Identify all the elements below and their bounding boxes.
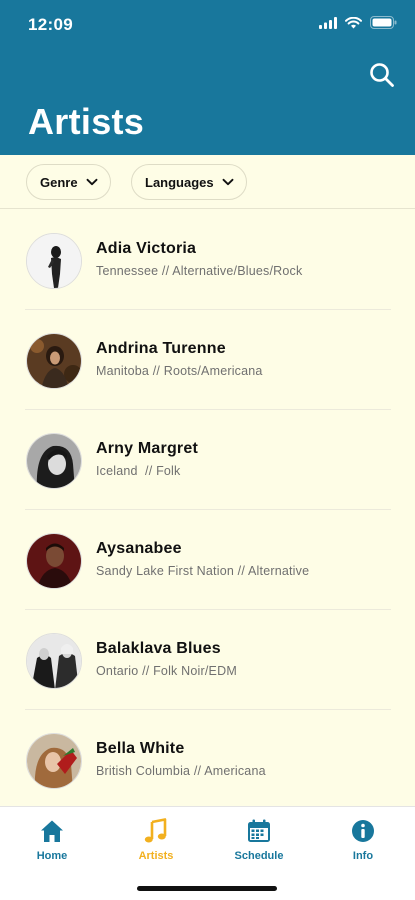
artist-location-genre: Ontario // Folk Noir/EDM (96, 664, 237, 678)
status-icons (319, 16, 397, 29)
wifi-icon (345, 16, 362, 28)
artist-name: Aysanabee (96, 540, 182, 557)
artist-row[interactable]: Balaklava Blues Ontario // Folk Noir/EDM (0, 610, 415, 710)
calendar-icon (248, 819, 270, 842)
info-icon (352, 820, 374, 842)
chevron-down-icon (222, 178, 234, 186)
header: 12:09 Artists (0, 0, 415, 155)
languages-filter-dropdown[interactable]: Languages (131, 164, 247, 200)
artist-avatar (26, 233, 82, 289)
artist-row[interactable]: Adia Victoria Tennessee // Alternative/B… (0, 210, 415, 310)
artist-avatar (26, 333, 82, 389)
artist-location-genre: Iceland // Folk (96, 464, 181, 478)
battery-icon (370, 16, 397, 29)
genre-filter-dropdown[interactable]: Genre (26, 164, 111, 200)
tab-info[interactable]: Info (323, 817, 403, 862)
artist-row[interactable]: Bella White British Columbia // American… (0, 710, 415, 806)
artist-location-genre: Manitoba // Roots/Americana (96, 364, 263, 378)
artist-avatar (26, 533, 82, 589)
artist-name: Arny Margret (96, 440, 198, 457)
tab-schedule[interactable]: Schedule (219, 817, 299, 862)
tab-artists-label: Artists (138, 850, 174, 862)
tab-home-label: Home (36, 850, 68, 862)
home-icon (41, 820, 63, 842)
artist-location-genre: Tennessee // Alternative/Blues/Rock (96, 264, 303, 278)
genre-filter-label: Genre (40, 174, 78, 190)
artist-row[interactable]: Arny Margret Iceland // Folk (0, 410, 415, 510)
artist-name: Andrina Turenne (96, 340, 226, 357)
artist-avatar (26, 733, 82, 789)
status-time: 12:09 (28, 15, 73, 34)
search-button[interactable] (369, 62, 395, 88)
tab-home[interactable]: Home (12, 817, 92, 862)
artist-location-genre: British Columbia // Americana (96, 764, 266, 778)
music-note-icon (144, 818, 167, 843)
artist-row[interactable]: Aysanabee Sandy Lake First Nation // Alt… (0, 510, 415, 610)
chevron-down-icon (86, 178, 98, 186)
search-icon (370, 63, 394, 87)
artist-name: Bella White (96, 740, 185, 757)
artist-avatar (26, 633, 82, 689)
page-title: Artists (28, 101, 145, 142)
artist-list[interactable]: Adia Victoria Tennessee // Alternative/B… (0, 210, 415, 806)
artist-avatar (26, 433, 82, 489)
signal-icon (319, 16, 337, 29)
artist-name: Adia Victoria (96, 240, 197, 257)
languages-filter-label: Languages (145, 174, 214, 190)
artist-location-genre: Sandy Lake First Nation // Alternative (96, 564, 310, 578)
artist-name: Balaklava Blues (96, 640, 221, 657)
tab-info-label: Info (352, 850, 374, 862)
artist-row[interactable]: Andrina Turenne Manitoba // Roots/Americ… (0, 310, 415, 410)
home-indicator[interactable] (137, 886, 277, 891)
tab-schedule-label: Schedule (234, 850, 284, 862)
tab-artists[interactable]: Artists (116, 817, 196, 862)
status-bar: 12:09 (0, 0, 415, 50)
filter-bar: Genre Languages (0, 155, 415, 209)
